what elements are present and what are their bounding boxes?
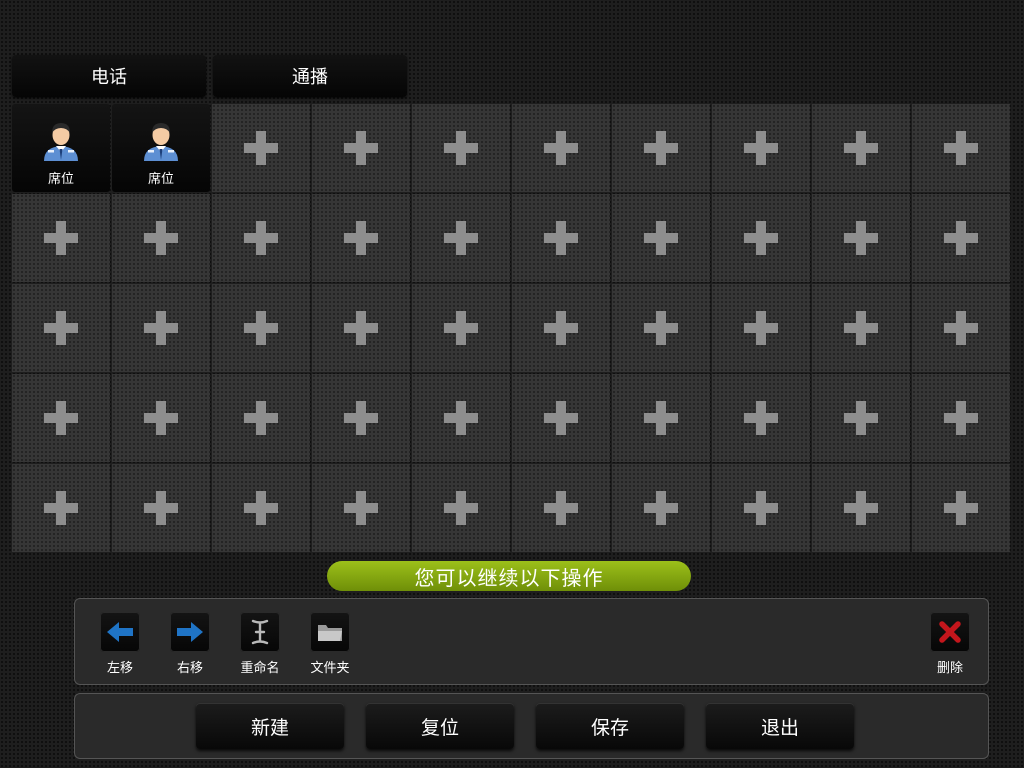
add-slot-plus-icon[interactable] <box>712 464 810 552</box>
seat-label: 席位 <box>147 172 174 187</box>
rename-label: 重命名 <box>240 661 280 676</box>
add-slot-plus-icon[interactable] <box>912 284 1010 372</box>
add-slot-plus-icon[interactable] <box>112 284 210 372</box>
move-left-button[interactable]: 左移 <box>90 612 150 676</box>
tab-phone[interactable]: 电话 <box>12 55 206 97</box>
add-slot-plus-icon[interactable] <box>412 374 510 462</box>
user-officer-icon <box>144 123 178 161</box>
exit-button[interactable]: 退出 <box>706 703 854 749</box>
add-slot-plus-icon[interactable] <box>512 104 610 192</box>
add-slot-plus-icon[interactable] <box>612 284 710 372</box>
folder-label: 文件夹 <box>310 661 350 676</box>
move-right-label: 右移 <box>176 661 203 676</box>
add-slot-plus-icon[interactable] <box>612 374 710 462</box>
delete-x-icon <box>939 621 961 643</box>
add-slot-plus-icon[interactable] <box>612 104 710 192</box>
add-slot-plus-icon[interactable] <box>912 104 1010 192</box>
add-slot-plus-icon[interactable] <box>612 194 710 282</box>
add-slot-plus-icon[interactable] <box>512 464 610 552</box>
add-slot-plus-icon[interactable] <box>312 284 410 372</box>
move-left-label: 左移 <box>106 661 133 676</box>
add-slot-plus-icon[interactable] <box>712 284 810 372</box>
add-slot-plus-icon[interactable] <box>812 104 910 192</box>
user-officer-icon <box>44 123 78 161</box>
add-slot-plus-icon[interactable] <box>612 464 710 552</box>
seat-grid: 席位 席位 <box>12 104 1010 552</box>
add-slot-plus-icon[interactable] <box>512 194 610 282</box>
action-toolbar: 左移 右移 重命名 文件夹 删除 <box>74 598 989 685</box>
new-button[interactable]: 新建 <box>196 703 344 749</box>
add-slot-plus-icon[interactable] <box>712 104 810 192</box>
add-slot-plus-icon[interactable] <box>212 374 310 462</box>
add-slot-plus-icon[interactable] <box>712 374 810 462</box>
add-slot-plus-icon[interactable] <box>812 464 910 552</box>
hint-banner: 您可以继续以下操作 <box>327 561 691 591</box>
add-slot-plus-icon[interactable] <box>912 374 1010 462</box>
seat-tile[interactable]: 席位 <box>12 104 110 192</box>
add-slot-plus-icon[interactable] <box>112 194 210 282</box>
add-slot-plus-icon[interactable] <box>912 464 1010 552</box>
add-slot-plus-icon[interactable] <box>12 464 110 552</box>
rename-button[interactable]: 重命名 <box>230 612 290 676</box>
add-slot-plus-icon[interactable] <box>312 194 410 282</box>
text-cursor-icon <box>251 619 269 645</box>
seat-tile[interactable]: 席位 <box>112 104 210 192</box>
add-slot-plus-icon[interactable] <box>512 374 610 462</box>
arrow-left-icon <box>107 622 133 642</box>
add-slot-plus-icon[interactable] <box>712 194 810 282</box>
reset-button[interactable]: 复位 <box>366 703 514 749</box>
add-slot-plus-icon[interactable] <box>512 284 610 372</box>
add-slot-plus-icon[interactable] <box>812 284 910 372</box>
add-slot-plus-icon[interactable] <box>112 374 210 462</box>
save-button[interactable]: 保存 <box>536 703 684 749</box>
add-slot-plus-icon[interactable] <box>412 284 510 372</box>
move-right-button[interactable]: 右移 <box>160 612 220 676</box>
add-slot-plus-icon[interactable] <box>912 194 1010 282</box>
add-slot-plus-icon[interactable] <box>12 194 110 282</box>
add-slot-plus-icon[interactable] <box>312 464 410 552</box>
add-slot-plus-icon[interactable] <box>12 374 110 462</box>
folder-button[interactable]: 文件夹 <box>300 612 360 676</box>
add-slot-plus-icon[interactable] <box>212 464 310 552</box>
add-slot-plus-icon[interactable] <box>312 104 410 192</box>
add-slot-plus-icon[interactable] <box>12 284 110 372</box>
add-slot-plus-icon[interactable] <box>212 104 310 192</box>
delete-label: 删除 <box>936 661 963 676</box>
folder-icon <box>318 625 342 641</box>
add-slot-plus-icon[interactable] <box>212 194 310 282</box>
delete-button[interactable]: 删除 <box>920 612 980 676</box>
add-slot-plus-icon[interactable] <box>412 104 510 192</box>
add-slot-plus-icon[interactable] <box>112 464 210 552</box>
tab-broadcast[interactable]: 通播 <box>213 55 407 97</box>
add-slot-plus-icon[interactable] <box>212 284 310 372</box>
add-slot-plus-icon[interactable] <box>812 194 910 282</box>
arrow-right-icon <box>177 622 203 642</box>
add-slot-plus-icon[interactable] <box>812 374 910 462</box>
seat-label: 席位 <box>47 172 74 187</box>
add-slot-plus-icon[interactable] <box>312 374 410 462</box>
bottom-button-bar: 新建 复位 保存 退出 <box>74 693 989 759</box>
add-slot-plus-icon[interactable] <box>412 464 510 552</box>
add-slot-plus-icon[interactable] <box>412 194 510 282</box>
